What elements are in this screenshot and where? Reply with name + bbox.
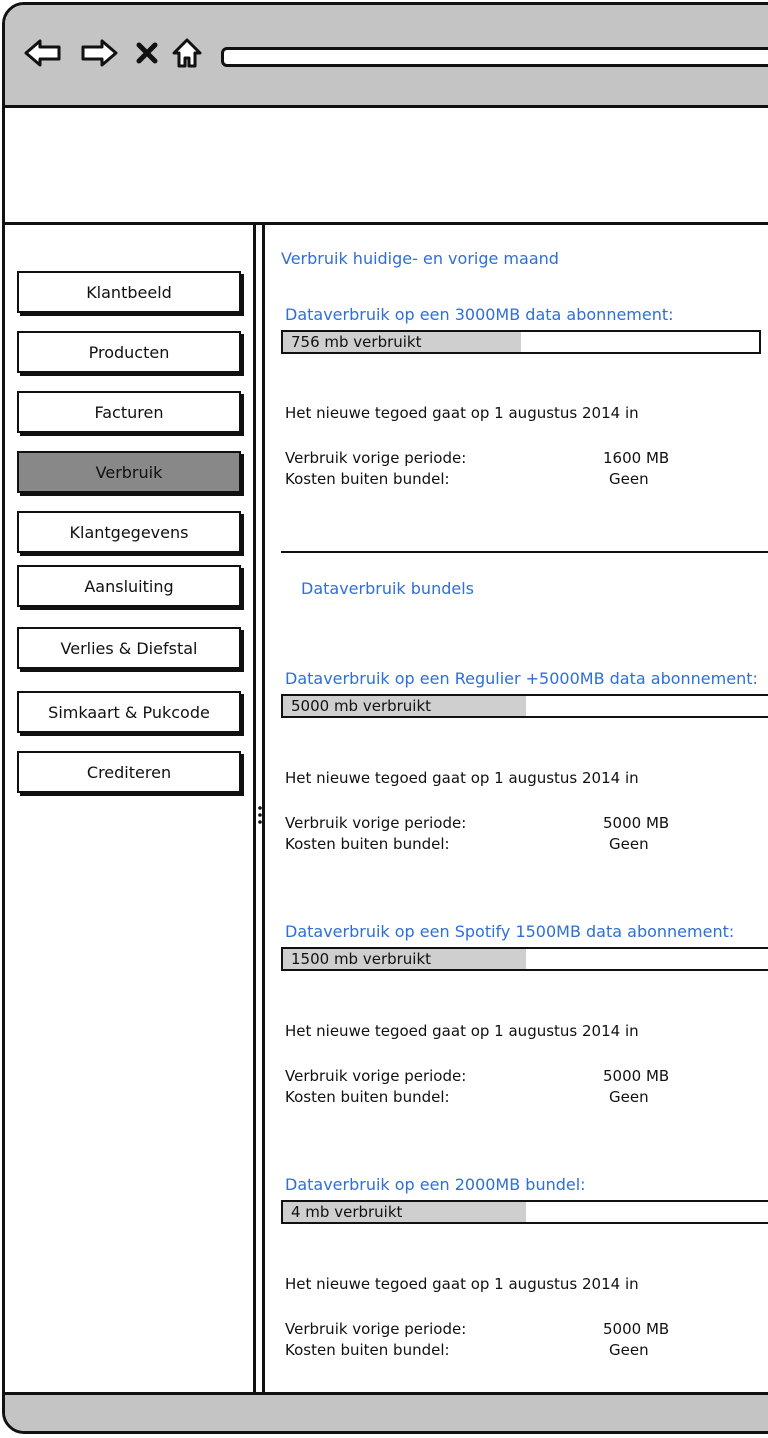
extra-cost-label: Kosten buiten bundel: — [285, 470, 450, 488]
nav-facturen[interactable]: Facturen — [17, 391, 241, 433]
forward-arrow-icon[interactable] — [79, 33, 119, 73]
renewal-text: Het nieuwe tegoed gaat op 1 augustus 201… — [285, 404, 639, 422]
extra-cost-value: Geen — [609, 1341, 649, 1359]
renewal-text: Het nieuwe tegoed gaat op 1 augustus 201… — [285, 769, 639, 787]
prev-period-label: Verbruik vorige periode: — [285, 814, 467, 832]
status-bar — [5, 1392, 768, 1431]
sidebar-divider — [253, 225, 256, 1395]
prev-period-value: 5000 MB — [603, 814, 670, 832]
close-icon[interactable] — [127, 33, 167, 73]
prev-period-value: 5000 MB — [603, 1067, 670, 1085]
nav-label: Producten — [88, 342, 170, 362]
nav-klantbeeld[interactable]: Klantbeeld — [17, 271, 241, 313]
extra-cost-value: Geen — [609, 470, 649, 488]
extra-cost-label: Kosten buiten bundel: — [285, 835, 450, 853]
nav-label: Verbruik — [95, 462, 163, 482]
extra-cost-label: Kosten buiten bundel: — [285, 1341, 450, 1359]
section-title: Dataverbruik op een 3000MB data abonneme… — [285, 305, 674, 324]
nav-klantgegevens[interactable]: Klantgegevens — [17, 511, 241, 553]
back-arrow-icon[interactable] — [23, 33, 63, 73]
nav-label: Crediteren — [86, 762, 172, 782]
nav-verbruik[interactable]: Verbruik — [17, 451, 241, 493]
nav-label: Simkaart & Pukcode — [48, 702, 210, 722]
usage-bar-label: 4 mb verbruikt — [291, 1203, 403, 1221]
page-header — [5, 108, 768, 225]
section-title: Dataverbruik op een Regulier +5000MB dat… — [285, 669, 758, 688]
splitter-handle-icon[interactable] — [257, 805, 263, 825]
nav-label: Klantbeeld — [86, 282, 172, 302]
renewal-text: Het nieuwe tegoed gaat op 1 augustus 201… — [285, 1022, 639, 1040]
prev-period-label: Verbruik vorige periode: — [285, 1320, 467, 1338]
section-title: Dataverbruik op een Spotify 1500MB data … — [285, 922, 735, 941]
usage-progress-bar: 756 mb verbruikt — [281, 330, 761, 354]
nav-label: Klantgegevens — [69, 522, 189, 542]
nav-aansluiting[interactable]: Aansluiting — [17, 565, 241, 607]
nav-crediteren[interactable]: Crediteren — [17, 751, 241, 793]
usage-progress-bar: 4 mb verbruikt — [281, 1200, 768, 1224]
usage-progress-bar: 1500 mb verbruikt — [281, 947, 768, 971]
prev-period-label: Verbruik vorige periode: — [285, 449, 467, 467]
url-bar[interactable] — [221, 47, 768, 67]
nav-producten[interactable]: Producten — [17, 331, 241, 373]
sidebar-nav: Klantbeeld Producten Facturen Verbruik K… — [5, 225, 253, 1395]
renewal-text: Het nieuwe tegoed gaat op 1 augustus 201… — [285, 1275, 639, 1293]
extra-cost-value: Geen — [609, 1088, 649, 1106]
section-title: Dataverbruik op een 2000MB bundel: — [285, 1175, 586, 1194]
nav-label: Aansluiting — [84, 576, 174, 596]
usage-progress-bar: 5000 mb verbruikt — [281, 694, 768, 718]
home-icon[interactable] — [167, 33, 207, 73]
usage-bar-label: 5000 mb verbruikt — [291, 697, 432, 715]
prev-period-label: Verbruik vorige periode: — [285, 1067, 467, 1085]
nav-simkaart-pukcode[interactable]: Simkaart & Pukcode — [17, 691, 241, 733]
section-divider — [281, 551, 768, 553]
browser-window: Klantbeeld Producten Facturen Verbruik K… — [2, 2, 768, 1434]
prev-period-value: 1600 MB — [603, 449, 670, 467]
nav-verlies-diefstal[interactable]: Verlies & Diefstal — [17, 627, 241, 669]
nav-label: Facturen — [94, 402, 164, 422]
prev-period-value: 5000 MB — [603, 1320, 670, 1338]
page-title: Verbruik huidige- en vorige maand — [281, 249, 559, 268]
browser-toolbar — [5, 5, 768, 108]
usage-bar-label: 1500 mb verbruikt — [291, 950, 432, 968]
main-content: Verbruik huidige- en vorige maand Datave… — [267, 225, 768, 1395]
usage-bar-label: 756 mb verbruikt — [291, 333, 422, 351]
extra-cost-label: Kosten buiten bundel: — [285, 1088, 450, 1106]
nav-label: Verlies & Diefstal — [60, 638, 198, 658]
bundles-title: Dataverbruik bundels — [301, 579, 474, 598]
extra-cost-value: Geen — [609, 835, 649, 853]
